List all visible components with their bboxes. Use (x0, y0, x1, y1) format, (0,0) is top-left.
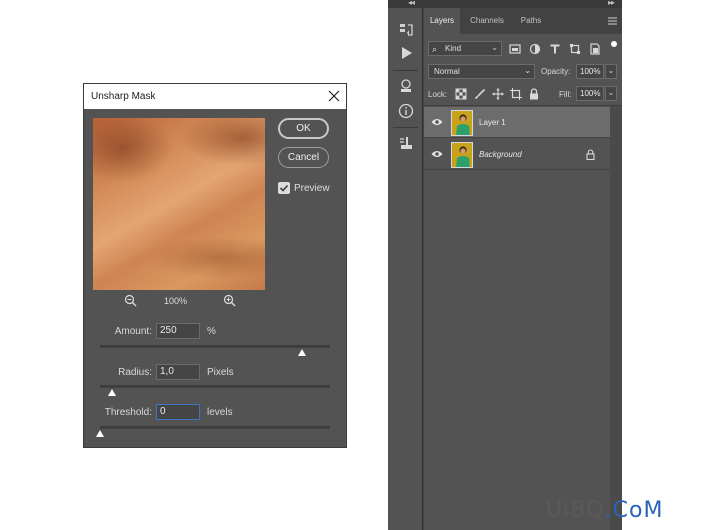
lock-pixels-brush-icon[interactable] (474, 88, 486, 100)
ok-button[interactable]: OK (278, 118, 329, 139)
panel-tabs: Layers Channels Paths (424, 8, 622, 34)
portrait-thumbnail-icon (452, 143, 472, 167)
type-filter-icon[interactable] (549, 43, 561, 55)
preview-label: Preview (294, 183, 330, 194)
layer-row-layer-1[interactable]: Layer 1 (424, 107, 610, 138)
smart-object-filter-icon[interactable] (589, 43, 601, 55)
close-icon[interactable] (326, 88, 342, 104)
chevron-down-icon: ⌄ (524, 66, 531, 75)
fill-label: Fill: (559, 90, 572, 99)
tab-channels[interactable]: Channels (464, 8, 510, 34)
thumbnail-selection-border (452, 111, 472, 135)
layers-panel: Layers Channels Paths ⌕ Kind ⌄ Normal ⌄ … (424, 8, 622, 530)
adjustment-filter-icon[interactable] (529, 43, 541, 55)
fill-dropdown-icon[interactable]: ⌄ (605, 86, 617, 101)
unsharp-mask-dialog: Unsharp Mask 100% OK Cancel Preview Amou… (83, 83, 347, 448)
panel-menu-icon[interactable] (608, 17, 617, 25)
tab-layers[interactable]: Layers (424, 8, 460, 34)
threshold-input[interactable]: 0 (156, 404, 200, 420)
radius-unit: Pixels (207, 367, 234, 378)
layer-name[interactable]: Background (479, 150, 522, 159)
opacity-label: Opacity: (541, 67, 571, 76)
tool-separator (393, 70, 418, 71)
filter-toggle-icon[interactable] (610, 40, 618, 48)
panel-divider (424, 105, 622, 106)
lock-transparency-icon[interactable] (455, 88, 467, 100)
watermark-text-2: .CoM (604, 498, 664, 523)
visibility-eye-icon[interactable] (431, 149, 443, 159)
layer-row-background[interactable]: Background (424, 139, 610, 170)
pixel-filter-icon[interactable] (509, 43, 521, 55)
blend-mode-value: Normal (434, 67, 460, 76)
preview-image[interactable] (93, 118, 265, 290)
radius-label: Radius: (118, 367, 152, 378)
layer-name[interactable]: Layer 1 (479, 118, 506, 127)
dialog-title-bar[interactable]: Unsharp Mask (84, 84, 346, 109)
visibility-eye-icon[interactable] (431, 117, 443, 127)
lock-label: Lock: (428, 90, 448, 99)
cancel-button[interactable]: Cancel (278, 147, 329, 168)
amount-slider-track[interactable] (100, 345, 330, 348)
zoom-controls: 100% (124, 294, 236, 308)
opacity-input[interactable]: 100% (576, 64, 604, 79)
zoom-out-icon[interactable] (124, 294, 137, 307)
panel-collapse-bar[interactable]: ◂◂ ▸▸ (388, 0, 622, 8)
collapse-right-icon[interactable]: ▸▸ (608, 0, 615, 7)
preview-checkbox[interactable] (278, 182, 290, 194)
zoom-level: 100% (164, 296, 188, 306)
checkmark-icon (279, 184, 289, 192)
info-icon[interactable] (398, 103, 414, 119)
chevron-down-icon: ⌄ (491, 43, 498, 52)
radius-slider-track[interactable] (100, 385, 330, 388)
amount-input[interactable]: 250 (156, 323, 200, 339)
threshold-slider-track[interactable] (100, 426, 330, 429)
opacity-dropdown-icon[interactable]: ⌄ (605, 64, 617, 79)
layer-lock-icon[interactable] (586, 149, 595, 160)
amount-unit: % (207, 326, 216, 337)
tab-paths[interactable]: Paths (514, 8, 548, 34)
lock-artboard-icon[interactable] (510, 88, 522, 100)
amount-slider-thumb[interactable] (298, 349, 307, 356)
threshold-label: Threshold: (104, 407, 152, 418)
dialog-title: Unsharp Mask (91, 91, 156, 102)
filter-kind-select[interactable]: ⌕ Kind ⌄ (428, 41, 502, 56)
layer-thumbnail (451, 142, 473, 168)
blend-mode-select[interactable]: Normal ⌄ (428, 64, 535, 79)
radius-input[interactable]: 1,0 (156, 364, 200, 380)
watermark-logo: UiBQ.CoM (546, 498, 663, 523)
shape-filter-icon[interactable] (569, 43, 581, 55)
radius-slider-thumb[interactable] (107, 389, 116, 396)
fill-input[interactable]: 100% (576, 86, 604, 101)
actions-play-icon[interactable] (398, 45, 414, 61)
watermark-text-1: UiBQ (546, 498, 605, 523)
history-icon[interactable] (398, 22, 414, 38)
zoom-in-icon[interactable] (223, 294, 236, 307)
search-icon: ⌕ (432, 44, 438, 54)
lock-all-icon[interactable] (528, 88, 540, 100)
layer-thumbnail (451, 110, 473, 136)
layers-scrollbar[interactable] (610, 106, 622, 530)
adjustments-icon[interactable] (398, 78, 414, 94)
threshold-unit: levels (207, 407, 233, 418)
threshold-slider-thumb[interactable] (96, 430, 104, 437)
tool-separator (393, 127, 418, 128)
collapse-left-icon[interactable]: ◂◂ (408, 0, 415, 7)
properties-icon[interactable] (398, 135, 414, 151)
filter-kind-value: Kind (445, 44, 462, 53)
lock-position-move-icon[interactable] (492, 88, 504, 100)
amount-label: Amount: (114, 326, 152, 337)
